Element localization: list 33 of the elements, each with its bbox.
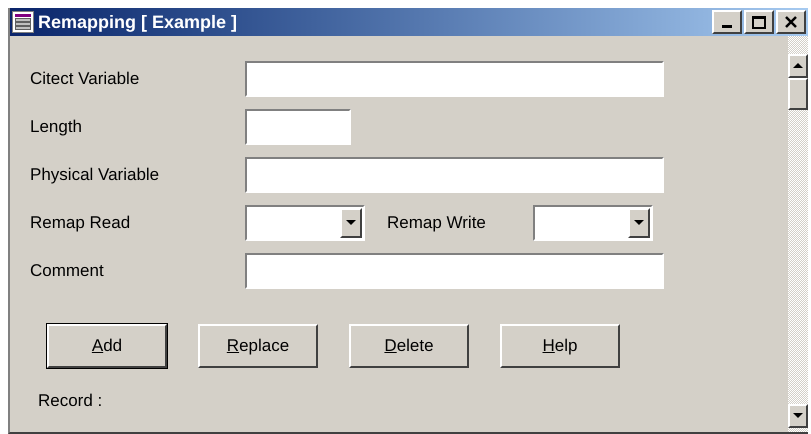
caret-icon: [346, 220, 356, 226]
text-field[interactable]: [245, 109, 351, 145]
field-label: Physical Variable: [30, 164, 160, 186]
text-field[interactable]: [245, 253, 664, 289]
dropdown[interactable]: [533, 205, 653, 241]
field-label: Citect Variable: [30, 68, 140, 90]
close-icon: [785, 16, 797, 28]
up-arrow-icon: [793, 63, 803, 69]
field-label: Remap Read: [30, 212, 132, 234]
caret-icon: [634, 220, 644, 226]
push-button[interactable]: Delete: [349, 324, 469, 368]
window-title: Remapping [ Example ]: [38, 10, 238, 34]
window-icon: [12, 11, 34, 33]
push-button[interactable]: Help: [500, 324, 620, 368]
scroll-thumb[interactable]: [788, 78, 808, 110]
record-label: Record :: [38, 390, 104, 412]
dropdown[interactable]: [245, 205, 365, 241]
push-button[interactable]: Replace: [198, 324, 318, 368]
maximize-button[interactable]: [744, 10, 774, 34]
dropdown-button[interactable]: [628, 208, 650, 238]
field-label: Length: [30, 116, 83, 138]
field-label: Remap Write: [387, 212, 487, 234]
scrollbar[interactable]: [788, 36, 808, 432]
push-button[interactable]: Add: [47, 324, 167, 368]
down-arrow-icon: [793, 413, 803, 419]
minimize-button[interactable]: [712, 10, 742, 34]
field-label: Comment: [30, 260, 105, 282]
text-field[interactable]: [245, 157, 664, 193]
scroll-up-button[interactable]: [788, 54, 808, 78]
close-button[interactable]: [776, 10, 806, 34]
dropdown-button[interactable]: [340, 208, 362, 238]
scroll-down-button[interactable]: [788, 404, 808, 428]
text-field[interactable]: [245, 61, 664, 97]
